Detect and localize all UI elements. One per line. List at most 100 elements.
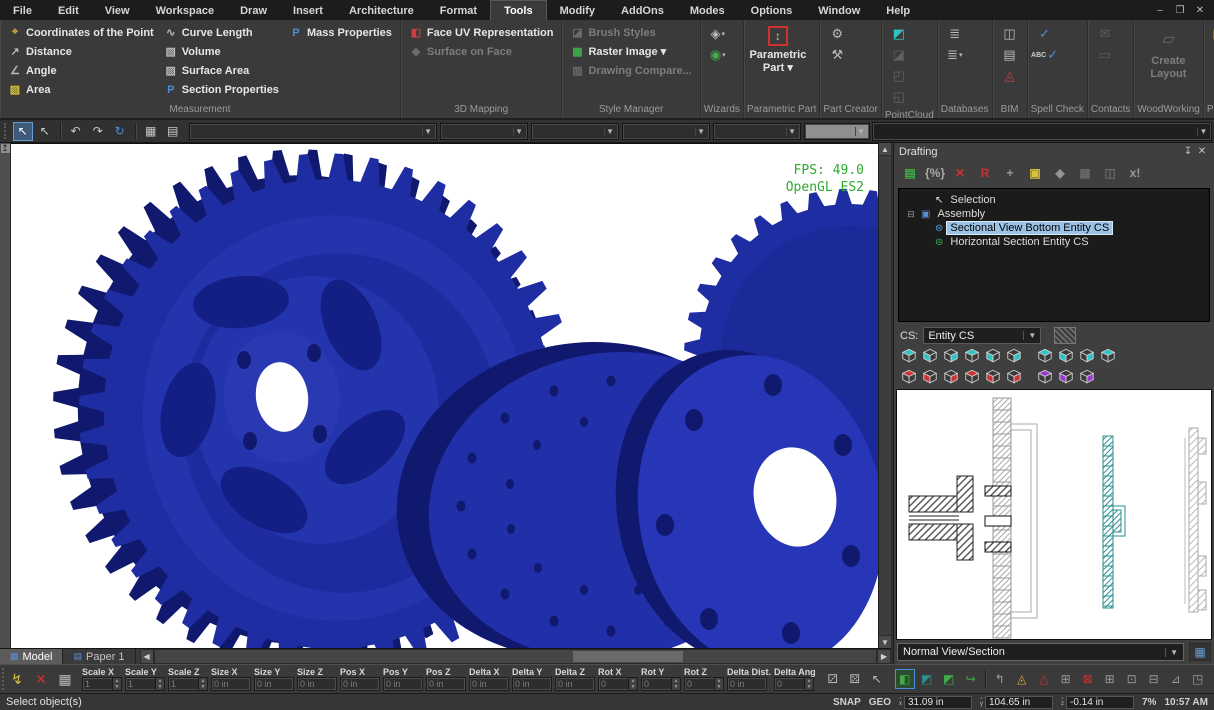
section-cube-icon-7[interactable]: [1036, 368, 1054, 385]
snap-toggle[interactable]: SNAP: [833, 697, 861, 708]
bim-wizard-icon[interactable]: ◬: [998, 66, 1022, 86]
command-combo[interactable]: ▼: [872, 122, 1212, 141]
spinner[interactable]: ▲▼: [714, 678, 723, 690]
table-icon[interactable]: ▦: [141, 122, 161, 141]
menu-tools[interactable]: Tools: [490, 0, 547, 20]
section-cube-icon-3[interactable]: [942, 368, 960, 385]
field-input-size-y[interactable]: 0 in: [254, 677, 294, 691]
tree-item-sectional-view-bottom-entity-cs[interactable]: ⊜Sectional View Bottom Entity CS: [901, 221, 1207, 235]
spinner[interactable]: ▲▼: [112, 678, 121, 690]
field-input-scale-y[interactable]: 1▲▼: [125, 677, 165, 691]
field-input-pos-x[interactable]: 0 in: [340, 677, 380, 691]
section-cube-icon-8[interactable]: [1057, 368, 1075, 385]
add-view-icon[interactable]: +: [999, 163, 1021, 183]
view-cube-icon-9[interactable]: [1078, 347, 1096, 364]
horizontal-scrollbar[interactable]: [154, 649, 877, 664]
menu-insert[interactable]: Insert: [280, 0, 336, 20]
delete-view-icon[interactable]: ✕: [949, 163, 971, 183]
field-input-pos-y[interactable]: 0 in: [383, 677, 423, 691]
constraint-icon[interactable]: ↰: [990, 669, 1010, 689]
update-views-icon[interactable]: {%}: [924, 163, 946, 183]
view-mode-combo[interactable]: Normal View/Section ▼: [897, 643, 1184, 661]
field-input-delta-dist[interactable]: 0 in: [727, 677, 767, 691]
section-cube-icon-5[interactable]: [984, 368, 1002, 385]
scroll-right-icon[interactable]: ▶: [877, 649, 891, 664]
edit-view-icon[interactable]: ◈: [1049, 163, 1071, 183]
tab-model[interactable]: ▦Model: [0, 649, 63, 664]
part-tools-icon[interactable]: ⚒: [825, 45, 849, 65]
spinner[interactable]: ▲▼: [671, 678, 680, 690]
material-combo[interactable]: ▼: [804, 123, 870, 140]
volume-button[interactable]: ▧Volume: [161, 42, 282, 61]
area-button[interactable]: ▨Area: [5, 80, 157, 99]
pick-point-icon[interactable]: ↖: [35, 122, 55, 141]
view-cube-icon-7[interactable]: [1036, 347, 1054, 364]
field-input-scale-x[interactable]: 1▲▼: [82, 677, 122, 691]
view-cube-icon-4[interactable]: [963, 347, 981, 364]
cursor-mod-icon[interactable]: ↖: [867, 669, 887, 689]
edge-style-icon[interactable]: ↪: [961, 669, 981, 689]
view-cube-icon-1[interactable]: [900, 347, 918, 364]
dock-arrow-icon[interactable]: ↥: [1, 144, 10, 153]
spinner[interactable]: ▲▼: [804, 678, 813, 690]
cancel-icon[interactable]: ✕: [30, 668, 52, 690]
redline-icon[interactable]: R: [974, 163, 996, 183]
warning-icon[interactable]: △: [1034, 669, 1054, 689]
surface-area-button[interactable]: ▨Surface Area: [161, 61, 282, 80]
menu-format[interactable]: Format: [427, 0, 490, 20]
part-settings-icon[interactable]: ⚙: [825, 24, 849, 44]
field-input-rot-x[interactable]: 0▲▼: [598, 677, 638, 691]
database-icon-1[interactable]: ≣: [943, 24, 967, 44]
menu-draw[interactable]: Draw: [227, 0, 280, 20]
menu-window[interactable]: Window: [805, 0, 873, 20]
menu-modes[interactable]: Modes: [677, 0, 738, 20]
menu-options[interactable]: Options: [738, 0, 806, 20]
new-sheet-icon[interactable]: ▤: [899, 163, 921, 183]
palettes-icon[interactable]: ▨▾: [1209, 24, 1214, 44]
section-cube-icon-6[interactable]: [1005, 368, 1023, 385]
minimize-button[interactable]: –: [1152, 3, 1168, 17]
visual-style-icon[interactable]: ◧: [895, 669, 915, 689]
wizard-icon[interactable]: ◈▾: [706, 24, 730, 44]
view-cube-icon-2[interactable]: [921, 347, 939, 364]
move-tool-icon[interactable]: ⊡: [1122, 669, 1142, 689]
section-properties-button[interactable]: PSection Properties: [161, 80, 282, 99]
field-input-rot-y[interactable]: 0▲▼: [641, 677, 681, 691]
menu-architecture[interactable]: Architecture: [336, 0, 427, 20]
field-input-rot-z[interactable]: 0▲▼: [684, 677, 724, 691]
angle-button[interactable]: ∠Angle: [5, 61, 157, 80]
bim-window-icon[interactable]: ▤: [998, 45, 1022, 65]
random-percent-icon[interactable]: ⚄: [845, 669, 865, 689]
restore-button[interactable]: ❐: [1172, 3, 1188, 17]
section-cube-icon-2[interactable]: [921, 368, 939, 385]
cs-combo[interactable]: Entity CS ▼: [923, 327, 1041, 344]
menu-file[interactable]: File: [0, 0, 45, 20]
structure-icon[interactable]: ⊞: [1056, 669, 1076, 689]
close-button[interactable]: ✕: [1192, 3, 1208, 17]
menu-help[interactable]: Help: [873, 0, 923, 20]
layer-combo[interactable]: ▼: [189, 123, 437, 140]
pin-icon[interactable]: ↧: [1181, 146, 1195, 157]
model-viewport[interactable]: FPS: 49.0 OpenGL ES2: [11, 143, 878, 648]
rotate-tool-icon[interactable]: ⊟: [1144, 669, 1164, 689]
view-cube-icon-6[interactable]: [1005, 347, 1023, 364]
database-icon-2[interactable]: ≣▾: [943, 45, 967, 65]
grid-snap-icon[interactable]: ⊞: [1100, 669, 1120, 689]
lineweight-combo[interactable]: ▼: [622, 123, 710, 140]
section-preview[interactable]: [896, 389, 1212, 640]
geo-toggle[interactable]: GEO: [869, 697, 891, 708]
spell-check-icon[interactable]: ✓: [1033, 24, 1057, 44]
menu-addons[interactable]: AddOns: [608, 0, 677, 20]
gear-assembly-model[interactable]: [11, 144, 878, 648]
face-uv-representation-button[interactable]: ◧Face UV Representation: [406, 23, 557, 42]
section-cube-icon-4[interactable]: [963, 368, 981, 385]
field-input-pos-z[interactable]: 0 in: [426, 677, 466, 691]
mass-properties-button[interactable]: PMass Properties: [286, 23, 395, 42]
pointcloud-import-icon[interactable]: ◩: [887, 24, 911, 44]
tree-expander-icon[interactable]: ⊟: [905, 209, 917, 220]
undo-icon[interactable]: ↶: [66, 122, 86, 141]
menu-view[interactable]: View: [92, 0, 143, 20]
style-combo[interactable]: ▼: [713, 123, 801, 140]
toolbar-grip[interactable]: [2, 668, 4, 690]
field-input-delta-y[interactable]: 0 in: [512, 677, 552, 691]
